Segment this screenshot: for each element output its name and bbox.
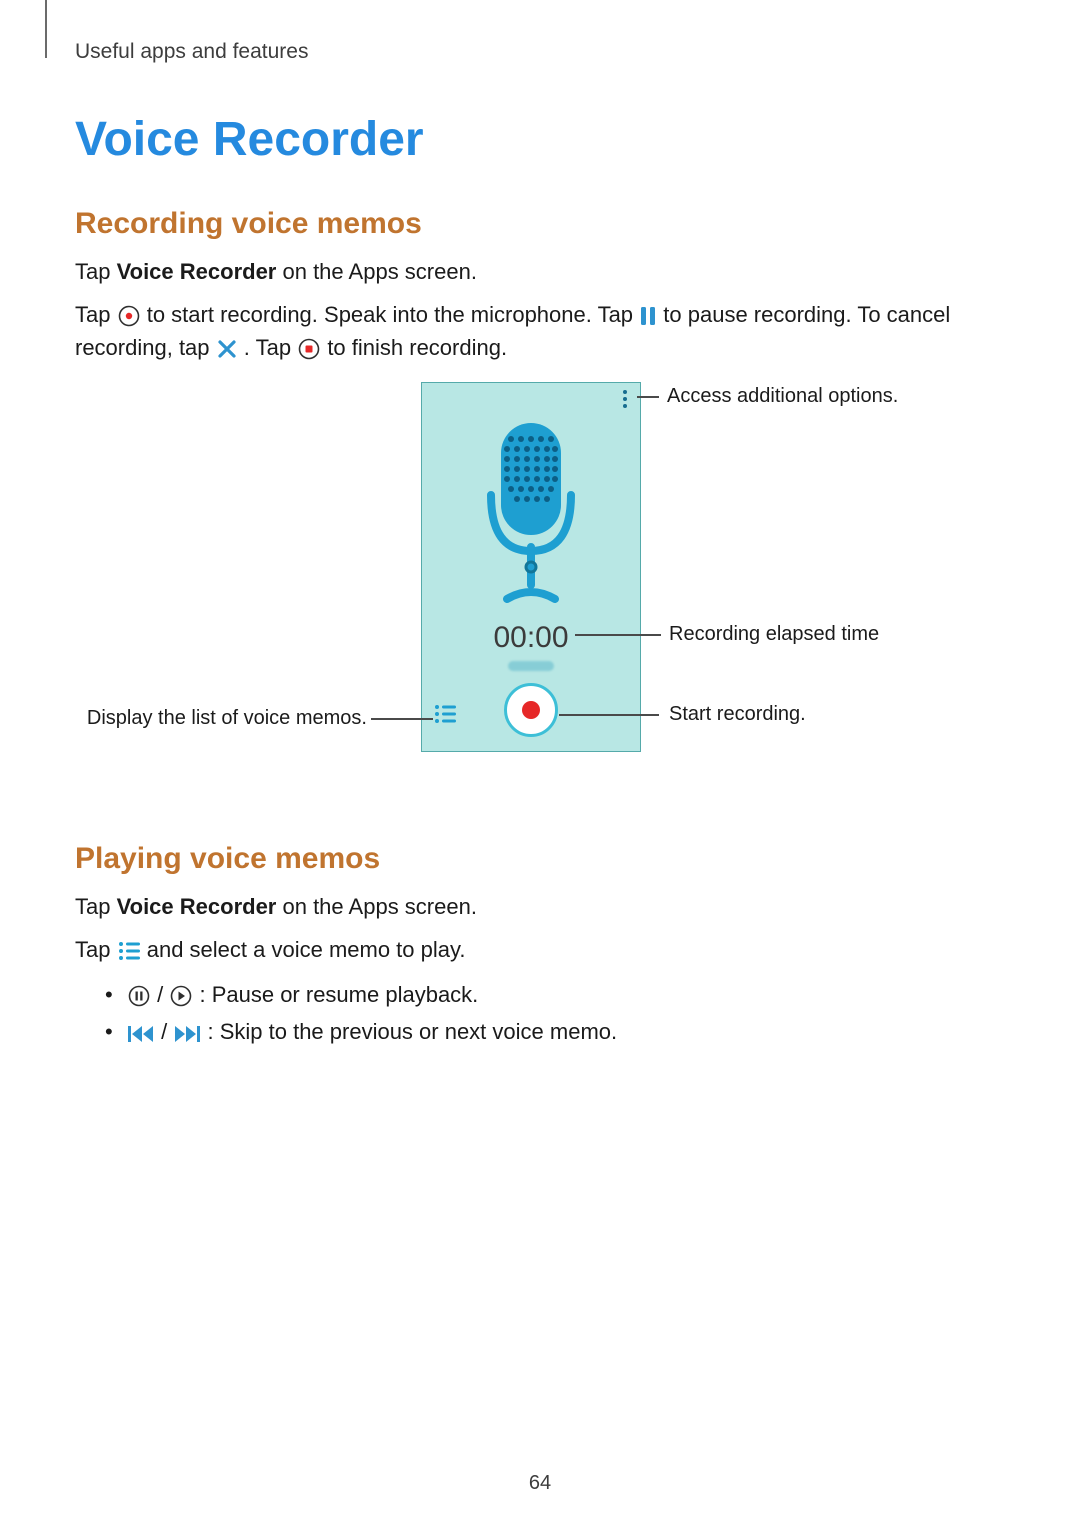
bold-text: Voice Recorder [117, 894, 277, 919]
breadcrumb: Useful apps and features [75, 40, 1005, 64]
playback-bullets: / : Pause or resume playback. / : Skip t… [75, 976, 1005, 1051]
voice-recorder-diagram: 00:00 Access additional options. Recordi… [75, 382, 1005, 802]
stop-icon [298, 338, 320, 360]
connector-line [371, 718, 433, 720]
more-options-icon[interactable] [618, 389, 632, 414]
playing-p1: Tap Voice Recorder on the Apps screen. [75, 890, 1005, 923]
bullet-skip: / : Skip to the previous or next voice m… [105, 1013, 1005, 1050]
text: Tap [75, 259, 117, 284]
text: Tap [75, 302, 117, 327]
text: . Tap [244, 335, 297, 360]
callout-record: Start recording. [669, 703, 806, 726]
skip-next-icon [174, 1024, 200, 1044]
record-dot-icon [118, 305, 140, 327]
text: / [157, 982, 169, 1007]
connector-line [575, 634, 661, 636]
section-playing-heading: Playing voice memos [75, 842, 1005, 876]
bullet-pause-resume: / : Pause or resume playback. [105, 976, 1005, 1013]
phone-screen: 00:00 [421, 382, 641, 752]
page-number: 64 [0, 1472, 1080, 1495]
text: on the Apps screen. [276, 894, 477, 919]
memo-list-icon[interactable] [434, 704, 456, 729]
page-left-rule [45, 0, 47, 58]
text: and select a voice memo to play. [147, 937, 466, 962]
record-button[interactable] [504, 683, 558, 737]
elapsed-time: 00:00 [422, 621, 640, 655]
callout-elapsed: Recording elapsed time [669, 623, 879, 646]
play-circle-icon [170, 985, 192, 1007]
page-title: Voice Recorder [75, 112, 1005, 167]
callout-list: Display the list of voice memos. [87, 707, 367, 730]
text: : Pause or resume playback. [199, 982, 478, 1007]
pause-circle-icon [128, 985, 150, 1007]
connector-line [559, 714, 659, 716]
callout-options: Access additional options. [667, 385, 898, 408]
text: Tap [75, 937, 117, 962]
text: to start recording. Speak into the micro… [147, 302, 639, 327]
small-label-blur [508, 661, 554, 671]
text: / [161, 1019, 173, 1044]
recording-p1: Tap Voice Recorder on the Apps screen. [75, 255, 1005, 288]
bold-text: Voice Recorder [117, 259, 277, 284]
text: : Skip to the previous or next voice mem… [207, 1019, 617, 1044]
section-recording-heading: Recording voice memos [75, 207, 1005, 241]
record-dot-icon [522, 701, 540, 719]
text: on the Apps screen. [276, 259, 477, 284]
cancel-x-icon [217, 339, 237, 359]
pause-icon [640, 306, 656, 326]
recording-p2: Tap to start recording. Speak into the m… [75, 298, 1005, 364]
microphone-icon [471, 417, 591, 612]
playing-p2: Tap and select a voice memo to play. [75, 933, 1005, 966]
skip-previous-icon [128, 1024, 154, 1044]
text: to finish recording. [327, 335, 507, 360]
memo-list-icon [118, 941, 140, 961]
connector-line [637, 396, 659, 398]
text: Tap [75, 894, 117, 919]
